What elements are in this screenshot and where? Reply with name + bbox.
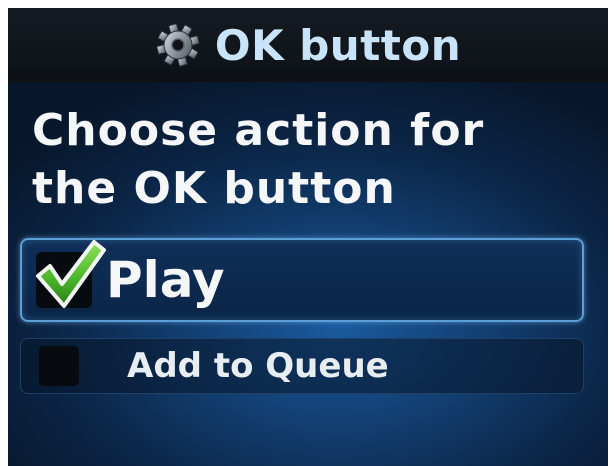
- prompt-line-2: the OK button: [32, 163, 396, 214]
- option-play-label: Play: [106, 251, 225, 309]
- checkmark-icon: [36, 240, 106, 308]
- option-play[interactable]: Play: [20, 238, 584, 322]
- page-title: OK button: [214, 20, 462, 70]
- title-bar: OK button: [8, 8, 608, 82]
- prompt-line-1: Choose action for: [32, 105, 485, 156]
- prompt-text: Choose action for the OK button: [32, 102, 592, 218]
- gear-icon: [155, 22, 201, 68]
- option-add-to-queue-label: Add to Queue: [127, 346, 389, 386]
- add-to-queue-checkbox[interactable]: [39, 346, 79, 386]
- option-add-to-queue[interactable]: Add to Queue: [20, 338, 584, 394]
- screen: OK button Choose action for the OK butto…: [8, 8, 608, 466]
- play-checkbox[interactable]: [36, 240, 106, 308]
